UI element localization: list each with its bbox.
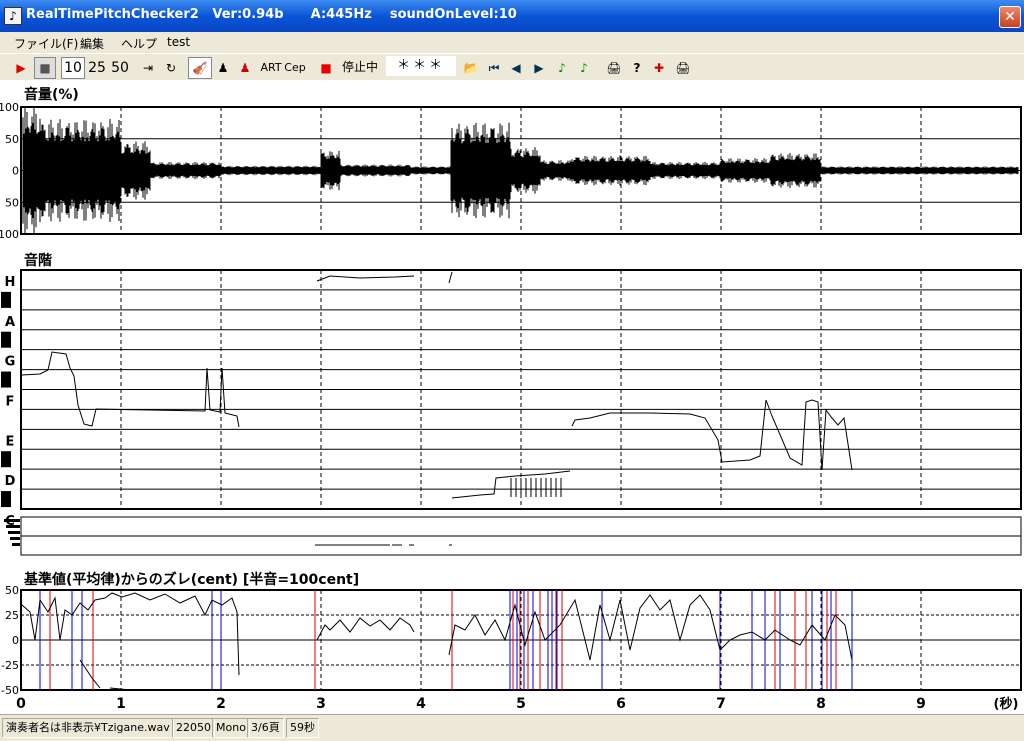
close-button[interactable]: ✕ (999, 6, 1021, 28)
pitch-title: 音階 (24, 253, 52, 269)
skip-to-end-icon[interactable]: ⇥ (137, 57, 159, 79)
toolbar: ▶ ■ 10 25 50 ⇥ ↻ 🎻 ♟ ♟ ART Cep ■ 停止中 📂 ⏮… (0, 53, 1024, 81)
status-label: 停止中 (341, 60, 378, 74)
status-duration: 59秒 (286, 718, 319, 738)
status-channels: Mono (212, 718, 250, 738)
graph-area (0, 80, 1024, 714)
record-stop-icon[interactable]: ■ (318, 57, 334, 79)
help-icon[interactable]: ? (628, 57, 646, 79)
cent-title: 基準値(平均律)からのズレ(cent) [半音=100cent] (24, 572, 360, 588)
first-page-icon[interactable]: ⏮ (485, 57, 503, 79)
menu-test[interactable]: test (167, 35, 190, 49)
crosshair-icon[interactable]: ✚ (650, 57, 668, 79)
violin-icon[interactable]: 🎻 (188, 57, 212, 79)
display-readout: ＊＊＊ (386, 56, 456, 76)
status-page: 3/6頁 (247, 718, 284, 738)
speed-10-button[interactable]: 10 (61, 57, 85, 79)
status-bar: 演奏者名は非表示¥Tzigane.wav 22050 Mono 3/6頁 59秒 (0, 714, 1024, 741)
player-red-icon[interactable]: ♟ (235, 57, 255, 79)
print-alt-icon[interactable]: 🖨 (673, 57, 693, 79)
stop-button[interactable]: ■ (34, 57, 56, 79)
volume-title: 音量(%) (24, 87, 79, 103)
title-bar: ♪ RealTimePitchChecker2 Ver:0.94b A:445H… (0, 0, 1024, 32)
menu-edit[interactable]: 編集 (80, 35, 104, 52)
note-icon[interactable]: ♪ (553, 57, 571, 79)
prev-page-icon[interactable]: ◀ (507, 57, 525, 79)
window-title: RealTimePitchChecker2 Ver:0.94b A:445Hz … (26, 7, 517, 22)
status-file: 演奏者名は非表示¥Tzigane.wav (2, 718, 174, 738)
cep-button[interactable]: Cep (283, 57, 307, 79)
note-alt-icon[interactable]: ♪ (575, 57, 593, 79)
loop-icon[interactable]: ↻ (160, 57, 182, 79)
status-rate: 22050 (172, 718, 215, 738)
next-page-icon[interactable]: ▶ (530, 57, 548, 79)
art-button[interactable]: ART (259, 57, 283, 79)
speed-25-button[interactable]: 25 (85, 57, 109, 79)
open-folder-icon[interactable]: 📂 (461, 57, 481, 79)
speed-50-button[interactable]: 50 (108, 57, 132, 79)
app-icon[interactable]: ♪ (4, 7, 22, 25)
player-icon[interactable]: ♟ (213, 57, 233, 79)
play-button[interactable]: ▶ (10, 57, 32, 79)
menu-file[interactable]: ファイル(F) (14, 35, 78, 52)
print-icon[interactable]: 🖨 (604, 57, 624, 79)
menu-bar: ファイル(F) 編集 ヘルプ test (0, 32, 1024, 52)
menu-help[interactable]: ヘルプ (121, 35, 157, 52)
